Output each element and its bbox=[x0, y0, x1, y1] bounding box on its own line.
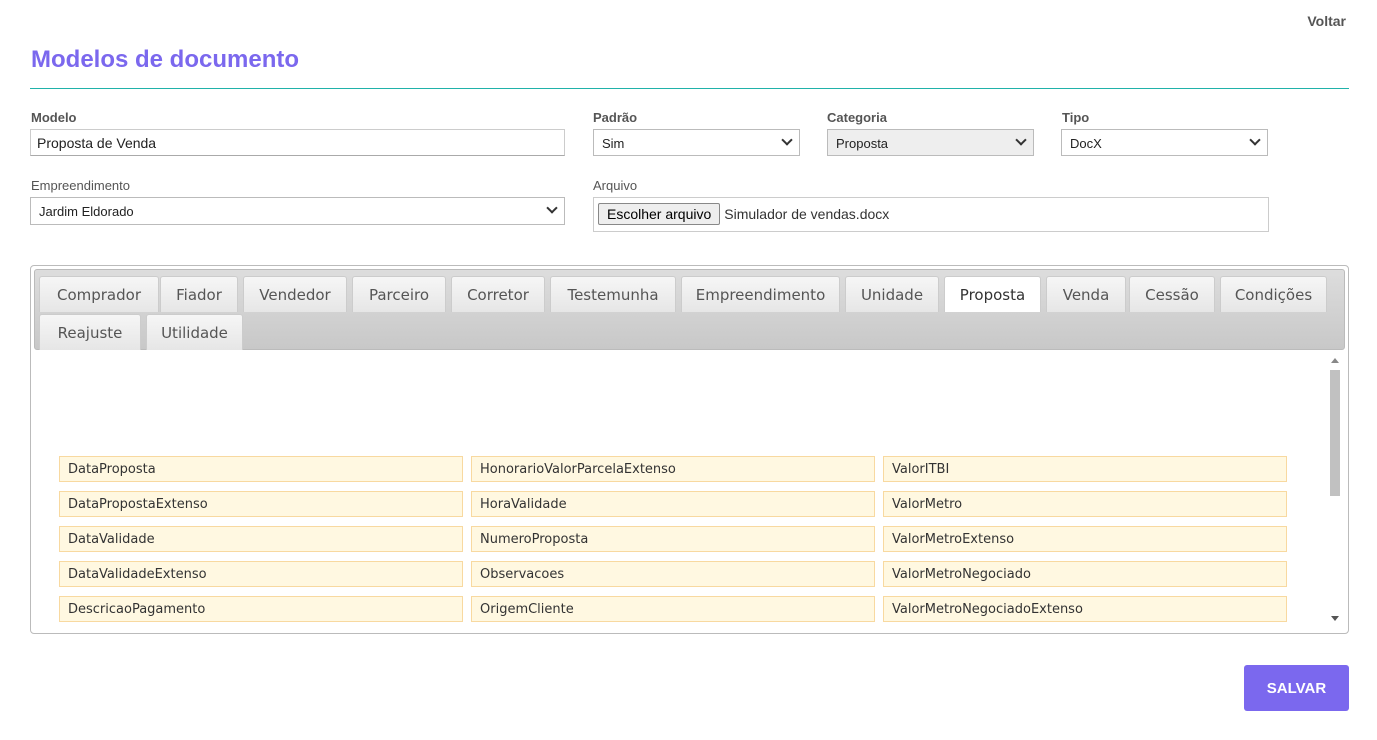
padrao-label: Padrão bbox=[593, 110, 637, 125]
tipo-label: Tipo bbox=[1062, 110, 1089, 125]
tab-empreendimento[interactable]: Empreendimento bbox=[681, 276, 840, 312]
tipo-select[interactable]: DocX bbox=[1061, 129, 1268, 156]
modelo-label: Modelo bbox=[31, 110, 77, 125]
chevron-down-icon bbox=[1249, 134, 1260, 145]
tab-unidade[interactable]: Unidade bbox=[845, 276, 939, 312]
field-item[interactable]: HoraValidade bbox=[471, 491, 875, 517]
field-item[interactable]: ValorMetroNegociado bbox=[883, 561, 1287, 587]
field-item[interactable]: DataProposta bbox=[59, 456, 463, 482]
chevron-down-icon bbox=[781, 134, 792, 145]
tab-proposta[interactable]: Proposta bbox=[944, 276, 1041, 312]
chevron-down-icon bbox=[546, 202, 557, 213]
field-item[interactable]: ValorMetroExtenso bbox=[883, 526, 1287, 552]
modelo-input[interactable]: Proposta de Venda bbox=[30, 129, 565, 156]
field-item[interactable]: ValorMetroNegociadoExtenso bbox=[883, 596, 1287, 622]
tab-testemunha[interactable]: Testemunha bbox=[550, 276, 676, 312]
fields-panel: CompradorFiadorVendedorParceiroCorretorT… bbox=[30, 265, 1349, 634]
back-link[interactable]: Voltar bbox=[1307, 13, 1346, 29]
field-item[interactable]: ValorMetro bbox=[883, 491, 1287, 517]
tab-fiador[interactable]: Fiador bbox=[160, 276, 238, 312]
tab-reajuste[interactable]: Reajuste bbox=[39, 314, 141, 350]
page-title: Modelos de documento bbox=[31, 46, 299, 74]
padrao-value: Sim bbox=[602, 136, 624, 151]
categoria-select[interactable]: Proposta bbox=[827, 129, 1034, 156]
tab-vendedor[interactable]: Vendedor bbox=[243, 276, 347, 312]
tab-condições[interactable]: Condições bbox=[1220, 276, 1327, 312]
categoria-label: Categoria bbox=[827, 110, 887, 125]
tipo-value: DocX bbox=[1070, 136, 1102, 151]
scroll-down-icon[interactable] bbox=[1331, 616, 1339, 621]
chevron-down-icon bbox=[1015, 134, 1026, 145]
scrollbar[interactable] bbox=[1327, 352, 1343, 627]
scroll-thumb[interactable] bbox=[1330, 370, 1340, 496]
categoria-value: Proposta bbox=[836, 136, 888, 151]
tab-venda[interactable]: Venda bbox=[1046, 276, 1126, 312]
choose-file-button[interactable]: Escolher arquivo bbox=[598, 203, 720, 225]
save-button[interactable]: SALVAR bbox=[1244, 665, 1349, 711]
field-item[interactable]: DataValidadeExtenso bbox=[59, 561, 463, 587]
tab-cessão[interactable]: Cessão bbox=[1129, 276, 1215, 312]
field-item[interactable]: DataValidade bbox=[59, 526, 463, 552]
tab-utilidade[interactable]: Utilidade bbox=[146, 314, 243, 350]
padrao-select[interactable]: Sim bbox=[593, 129, 800, 156]
arquivo-label: Arquivo bbox=[593, 178, 637, 193]
tab-comprador[interactable]: Comprador bbox=[39, 276, 159, 312]
tab-parceiro[interactable]: Parceiro bbox=[352, 276, 446, 312]
field-item[interactable]: NumeroProposta bbox=[471, 526, 875, 552]
scroll-up-icon[interactable] bbox=[1331, 358, 1339, 363]
arquivo-file-input: Escolher arquivoSimulador de vendas.docx bbox=[593, 197, 1269, 232]
field-item[interactable]: DataPropostaExtenso bbox=[59, 491, 463, 517]
field-grid: DataProposta HonorarioValorParcelaExtenso… bbox=[59, 456, 1287, 629]
field-item[interactable]: DescricaoPagamento bbox=[59, 596, 463, 622]
empreendimento-value: Jardim Eldorado bbox=[39, 204, 134, 219]
file-name: Simulador de vendas.docx bbox=[724, 206, 889, 222]
empreendimento-label: Empreendimento bbox=[31, 178, 130, 193]
tab-bar: CompradorFiadorVendedorParceiroCorretorT… bbox=[34, 269, 1345, 350]
field-item[interactable]: HonorarioValorParcelaExtenso bbox=[471, 456, 875, 482]
tab-corretor[interactable]: Corretor bbox=[451, 276, 545, 312]
field-item[interactable]: ValorITBI bbox=[883, 456, 1287, 482]
empreendimento-select[interactable]: Jardim Eldorado bbox=[30, 197, 565, 225]
field-item[interactable]: Observacoes bbox=[471, 561, 875, 587]
field-item[interactable]: OrigemCliente bbox=[471, 596, 875, 622]
title-divider bbox=[30, 88, 1349, 89]
